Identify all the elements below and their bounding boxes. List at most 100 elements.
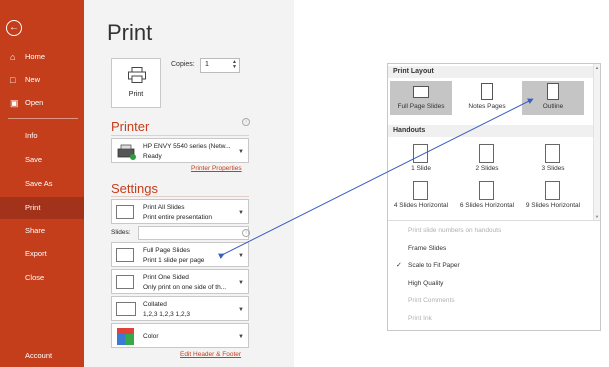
printer-heading: Printer (111, 119, 150, 134)
print-range-dropdown[interactable]: Print All Slides Print entire presentati… (111, 199, 249, 224)
sides-line2: Only print on one side of th... (143, 284, 227, 291)
copies-value: 1 (205, 61, 209, 68)
backstage-nav: ← ⌂ Home □ New ▣ Open Info Save Save As … (0, 0, 84, 367)
nav-info[interactable]: Info (0, 125, 84, 147)
nav-export-label: Export (25, 249, 47, 258)
collated-icon (116, 302, 136, 316)
nav-save-as-label: Save As (25, 179, 53, 188)
chevron-down-icon: ▼ (238, 149, 244, 155)
option-print-ink: Print Ink (408, 315, 432, 322)
scroll-up-icon[interactable]: ▲ (595, 65, 599, 70)
nav-save-as[interactable]: Save As (0, 173, 84, 195)
slides-label: Slides: (111, 229, 131, 236)
option-print-slide-numbers: Print slide numbers on handouts (408, 227, 502, 234)
print-layout-dropdown[interactable]: Full Page Slides Print 1 slide per page … (111, 242, 249, 267)
collation-line2: 1,2,3 1,2,3 1,2,3 (143, 311, 190, 318)
printer-properties-link[interactable]: Printer Properties (191, 165, 242, 172)
nav-export[interactable]: Export (0, 243, 84, 265)
print-button-label: Print (128, 91, 144, 98)
nav-close-label: Close (25, 273, 45, 282)
sides-dropdown[interactable]: Print One Sided Only print on one side o… (111, 269, 249, 294)
nav-close[interactable]: Close (0, 267, 84, 289)
color-dropdown[interactable]: Color ▼ (111, 323, 249, 348)
print-range-line1: Print All Slides (143, 204, 185, 211)
print-panel: Print Print Copies: 1 ▲ ▼ Printer i HP EN… (84, 0, 294, 367)
print-button[interactable]: Print (111, 58, 161, 108)
edit-header-footer-link[interactable]: Edit Header & Footer (180, 351, 241, 358)
layout-outline-label: Outline (542, 103, 564, 110)
notes-page-icon (481, 83, 493, 100)
option-scale-to-fit-paper[interactable]: Scale to Fit Paper (408, 262, 460, 269)
nav-share[interactable]: Share (0, 220, 84, 242)
spinner-arrows-icon[interactable]: ▲ ▼ (232, 60, 237, 70)
handout-1-slide[interactable]: 1 Slide (388, 144, 454, 180)
handout-label: 6 Slides Horizontal (459, 202, 515, 209)
print-layout-heading: Print Layout (393, 68, 434, 75)
handout-page-icon (479, 144, 494, 163)
handout-9-slides-horizontal[interactable]: 9 Slides Horizontal (520, 181, 586, 217)
layout-notes-pages[interactable]: Notes Pages (456, 81, 518, 115)
scroll-down-icon[interactable]: ▼ (595, 214, 599, 219)
settings-rule (111, 196, 249, 197)
popup-divider (388, 220, 600, 221)
print-layout-line2: Print 1 slide per page (143, 257, 205, 264)
full-page-slide-icon (413, 86, 429, 98)
info-icon[interactable]: i (242, 229, 250, 237)
outline-page-icon (547, 83, 559, 100)
printer-name: HP ENVY 5540 series (Netw... (143, 143, 231, 150)
print-layout-line1: Full Page Slides (143, 247, 190, 254)
nav-print-label: Print (25, 203, 41, 212)
collation-dropdown[interactable]: Collated 1,2,3 1,2,3 1,2,3 ▼ (111, 296, 249, 321)
nav-save-label: Save (25, 155, 43, 164)
new-icon: □ (10, 75, 16, 85)
nav-info-label: Info (25, 131, 38, 140)
slides-range-icon (116, 205, 134, 219)
color-swatch-icon (117, 328, 134, 345)
info-icon[interactable]: i (242, 118, 250, 126)
layout-full-page-label: Full Page Slides (397, 103, 445, 110)
layout-outline[interactable]: Outline (522, 81, 584, 115)
option-print-comments: Print Comments (408, 297, 455, 304)
nav-save[interactable]: Save (0, 149, 84, 171)
chevron-down-icon: ▼ (238, 334, 244, 340)
chevron-down-icon: ▼ (238, 210, 244, 216)
sides-line1: Print One Sided (143, 274, 189, 281)
nav-share-label: Share (25, 226, 46, 235)
handout-label: 1 Slide (411, 165, 431, 172)
slides-input[interactable] (138, 226, 249, 240)
chevron-down-icon: ▼ (238, 307, 244, 313)
full-page-slide-icon (116, 248, 134, 262)
color-line1: Color (143, 333, 159, 340)
copies-label: Copies: (171, 61, 195, 68)
handouts-heading: Handouts (393, 127, 426, 134)
printer-dropdown[interactable]: HP ENVY 5540 series (Netw... Ready ▼ (111, 138, 249, 163)
nav-account[interactable]: Account (0, 345, 84, 367)
printer-status: Ready (143, 153, 162, 160)
layout-full-page-slides[interactable]: Full Page Slides (390, 81, 452, 115)
copies-spinner[interactable]: 1 ▲ ▼ (200, 58, 240, 73)
nav-account-label: Account (25, 351, 53, 360)
nav-print[interactable]: Print (0, 197, 84, 219)
handout-4-slides-horizontal[interactable]: 4 Slides Horizontal (388, 181, 454, 217)
collation-line1: Collated (143, 301, 167, 308)
option-high-quality[interactable]: High Quality (408, 280, 443, 287)
print-layout-popup: Print Layout Full Page Slides Notes Page… (387, 63, 601, 331)
handout-page-icon (413, 181, 428, 200)
handout-label: 2 Slides (475, 165, 499, 172)
handout-2-slides[interactable]: 2 Slides (454, 144, 520, 180)
printer-device-icon (117, 144, 136, 160)
option-frame-slides[interactable]: Frame Slides (408, 245, 446, 252)
nav-new[interactable]: □ New (0, 69, 84, 91)
nav-home-label: Home (25, 52, 46, 61)
nav-open[interactable]: ▣ Open (0, 92, 84, 114)
handout-6-slides-horizontal[interactable]: 6 Slides Horizontal (454, 181, 520, 217)
one-sided-icon (116, 275, 134, 289)
nav-home[interactable]: ⌂ Home (0, 46, 84, 68)
popup-scrollbar[interactable]: ▲ ▼ (593, 64, 600, 220)
back-arrow-icon[interactable]: ← (6, 20, 22, 36)
handout-3-slides[interactable]: 3 Slides (520, 144, 586, 180)
handout-page-icon (545, 181, 560, 200)
handout-page-icon (545, 144, 560, 163)
handout-page-icon (413, 144, 428, 163)
handout-label: 4 Slides Horizontal (393, 202, 449, 209)
